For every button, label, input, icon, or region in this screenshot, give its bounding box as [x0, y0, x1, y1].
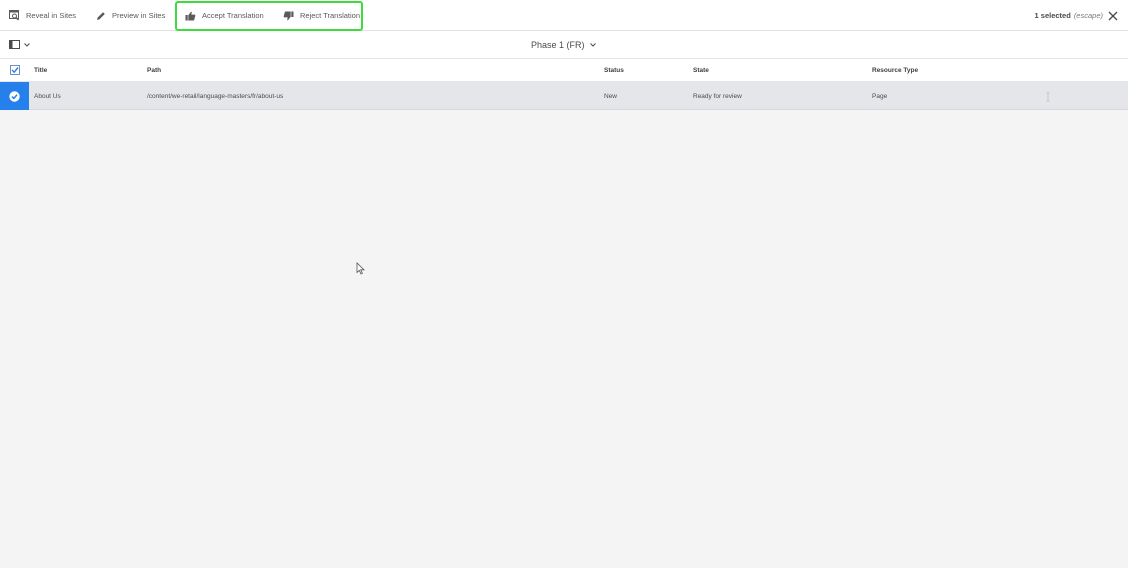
- cell-title: About Us: [34, 92, 61, 100]
- preview-in-sites-label: Preview in Sites: [112, 11, 166, 20]
- pencil-icon: [96, 11, 106, 21]
- table-header: Title Path Status State Resource Type: [0, 59, 1128, 82]
- selection-info: 1 selected (escape): [1035, 0, 1103, 31]
- page-title-text: Phase 1 (FR): [531, 40, 585, 50]
- highlight-box: [175, 1, 363, 31]
- page-title[interactable]: Phase 1 (FR): [531, 31, 596, 59]
- drag-handle-icon: [1046, 92, 1050, 102]
- cell-status: New: [604, 92, 618, 100]
- column-header-path[interactable]: Path: [147, 59, 161, 82]
- column-header-resource-type[interactable]: Resource Type: [872, 59, 918, 82]
- translation-table: Title Path Status State Resource Type Ab…: [0, 59, 1128, 110]
- chevron-down-icon: [589, 43, 596, 47]
- preview-in-sites-button[interactable]: Preview in Sites: [96, 0, 165, 31]
- escape-hint: (escape): [1073, 11, 1103, 20]
- reveal-in-sites-button[interactable]: Reveal in Sites: [9, 0, 76, 31]
- column-header-status[interactable]: Status: [604, 59, 624, 82]
- column-header-state[interactable]: State: [693, 59, 709, 82]
- title-bar: Phase 1 (FR): [0, 31, 1128, 59]
- cell-state: Ready for review: [693, 92, 742, 100]
- close-icon: [1108, 11, 1118, 21]
- check-circle-icon: [9, 90, 20, 102]
- selected-count: 1 selected: [1034, 11, 1071, 20]
- column-header-title[interactable]: Title: [34, 59, 47, 82]
- checkmark-icon: [11, 67, 19, 74]
- cell-resource-type: Page: [872, 92, 888, 100]
- reveal-in-sites-icon: [9, 10, 20, 21]
- row-select-checkbox[interactable]: [0, 82, 29, 110]
- select-all-checkbox[interactable]: [10, 65, 20, 75]
- cell-path: /content/we-retail/language-masters/fr/a…: [147, 92, 284, 100]
- drag-handle[interactable]: [1045, 90, 1051, 102]
- card-view-icon: [9, 40, 20, 49]
- close-selection-button[interactable]: [1107, 9, 1119, 22]
- reveal-in-sites-label: Reveal in Sites: [26, 11, 77, 20]
- mouse-cursor-icon: [356, 262, 365, 280]
- view-switcher[interactable]: [9, 40, 30, 49]
- chevron-down-icon: [24, 42, 30, 47]
- table-row[interactable]: About Us /content/we-retail/language-mas…: [0, 82, 1128, 110]
- action-bar: Reveal in Sites Preview in Sites Accept …: [0, 0, 1128, 31]
